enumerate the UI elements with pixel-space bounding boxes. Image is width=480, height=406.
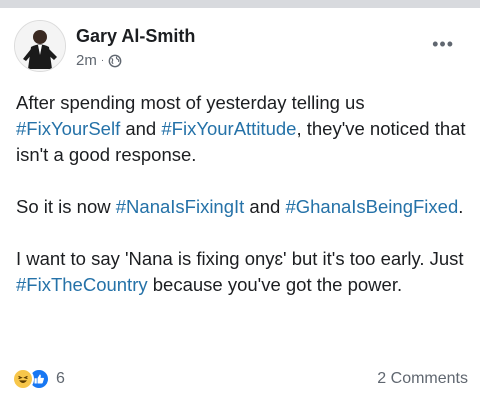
globe-icon[interactable]: [108, 54, 122, 68]
post-footer: 6 2 Comments: [12, 368, 468, 394]
reaction-count: 6: [56, 370, 65, 387]
comments-count[interactable]: 2 Comments: [377, 370, 468, 388]
feed-background-strip: [0, 0, 480, 8]
more-options-icon[interactable]: •••: [432, 34, 454, 55]
post-timestamp[interactable]: 2m: [76, 52, 97, 69]
post-text: After spending most of yesterday telling…: [16, 92, 365, 113]
author-name[interactable]: Gary Al-Smith: [76, 26, 195, 47]
post-text: because you've got the power.: [147, 274, 403, 295]
haha-icon: [12, 368, 34, 390]
author-avatar[interactable]: [14, 20, 66, 72]
meta-separator: ·: [100, 55, 105, 66]
post-text: .: [458, 196, 464, 217]
hashtag-link[interactable]: #FixYourSelf: [16, 118, 120, 139]
post-text: and: [120, 118, 162, 139]
post-paragraph: I want to say 'Nana is fixing onyɛ' but …: [16, 246, 468, 298]
post-text: and: [244, 196, 286, 217]
post-paragraph: After spending most of yesterday telling…: [16, 90, 468, 168]
hashtag-link[interactable]: #GhanaIsBeingFixed: [285, 196, 458, 217]
post-header: Gary Al-Smith 2m · •••: [14, 20, 466, 76]
facebook-post: Gary Al-Smith 2m · ••• After spending mo…: [0, 8, 480, 406]
hashtag-link[interactable]: #NanaIsFixingIt: [116, 196, 245, 217]
post-text: I want to say 'Nana is fixing onyɛ' but …: [16, 248, 464, 269]
post-meta: 2m ·: [76, 52, 122, 69]
avatar-image: [15, 21, 65, 71]
post-text: So it is now: [16, 196, 116, 217]
post-paragraph: So it is now #NanaIsFixingIt and #GhanaI…: [16, 194, 468, 220]
hashtag-link[interactable]: #FixTheCountry: [16, 274, 148, 295]
post-body: After spending most of yesterday telling…: [16, 90, 468, 298]
reactions-summary[interactable]: 6: [12, 368, 65, 390]
hashtag-link[interactable]: #FixYourAttitude: [161, 118, 296, 139]
